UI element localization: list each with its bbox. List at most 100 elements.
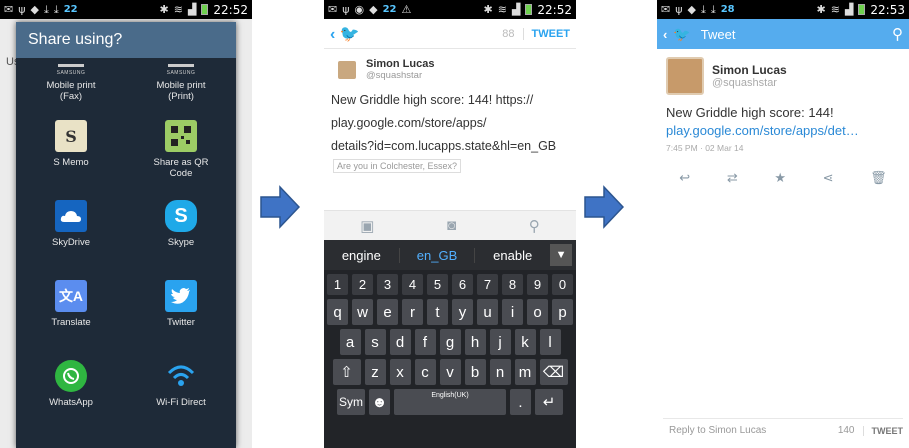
camera-icon[interactable]: ◙ [447, 217, 456, 234]
tweet-text-input[interactable]: New Griddle high score: 144! https:// pl… [324, 81, 576, 173]
share-item-label: Twitter [167, 317, 195, 328]
photo-gallery-icon[interactable]: ▣ [360, 217, 374, 235]
key-s[interactable]: s [364, 329, 386, 355]
clock: 22:52 [537, 2, 572, 17]
key-1[interactable]: 1 [327, 274, 348, 295]
share-item-twitter[interactable]: Twitter [126, 280, 236, 328]
user-name: Simon Lucas [366, 58, 435, 70]
suggestion[interactable]: engine [324, 248, 399, 263]
share-item-mobile-print-print[interactable]: SAMSUNG Mobile print (Print) [126, 64, 236, 102]
key-j[interactable]: j [489, 329, 511, 355]
share-item-translate[interactable]: 文A Translate [16, 280, 126, 328]
backspace-key[interactable]: ⌫ [539, 359, 568, 385]
key-8[interactable]: 8 [502, 274, 523, 295]
key-t[interactable]: t [427, 299, 448, 325]
key-5[interactable]: 5 [427, 274, 448, 295]
download-icon: ⤓ [43, 2, 49, 16]
wifi-icon: ≋ [173, 3, 183, 16]
compose-tweet-screen: ✉ ψ ◉ ◆ 22 ⚠ ✱ ≋ ▟ 22:52 ‹ 🐦 88 TWEET Si… [324, 0, 576, 448]
key-n[interactable]: n [489, 359, 511, 385]
compose-toolbar: ‹ 🐦 88 TWEET [324, 19, 576, 49]
wifi-icon: ≋ [830, 3, 840, 16]
key-g[interactable]: g [439, 329, 461, 355]
key-6[interactable]: 6 [452, 274, 473, 295]
location-prompt[interactable]: Are you in Colchester, Essex? [333, 159, 462, 173]
tweet-link[interactable]: play.google.com/store/apps/det… [657, 122, 909, 140]
clock: 22:52 [213, 2, 248, 17]
search-icon[interactable]: ⚲ [892, 25, 903, 43]
key-e[interactable]: e [377, 299, 398, 325]
reply-bar: Reply to Simon Lucas 140 TWEET [663, 418, 903, 442]
period-key[interactable]: . [510, 389, 531, 415]
share-item-wifi-direct[interactable]: Wi-Fi Direct [126, 360, 236, 408]
key-u[interactable]: u [477, 299, 498, 325]
clock: 22:53 [870, 2, 905, 17]
suggestion[interactable]: enable [475, 248, 550, 263]
share-item-skydrive[interactable]: SkyDrive [16, 200, 126, 248]
back-icon[interactable]: ‹ [663, 27, 667, 42]
key-f[interactable]: f [414, 329, 436, 355]
key-i[interactable]: i [502, 299, 523, 325]
notification-count: 22 [63, 4, 78, 15]
shift-key[interactable]: ⇧ [332, 359, 361, 385]
key-v[interactable]: v [439, 359, 461, 385]
favorite-star-icon[interactable]: ★ [774, 170, 786, 186]
twitter-icon [165, 280, 197, 312]
share-icon[interactable]: ⋖ [823, 170, 834, 186]
shield-icon: ◆ [687, 3, 696, 16]
key-x[interactable]: x [389, 359, 411, 385]
key-l[interactable]: l [539, 329, 561, 355]
sym-key[interactable]: Sym [337, 389, 365, 415]
location-pin-icon[interactable]: ⚲ [529, 217, 540, 235]
key-4[interactable]: 4 [402, 274, 423, 295]
tweet-actions: ↩ ⇄ ★ ⋖ 🗑 [657, 170, 909, 186]
twitter-bird-icon[interactable]: 🐦 [673, 26, 690, 43]
share-item-mobile-print-fax[interactable]: SAMSUNG Mobile print (Fax) [16, 64, 126, 102]
key-y[interactable]: y [452, 299, 473, 325]
key-w[interactable]: w [352, 299, 373, 325]
share-item-qr-code[interactable]: Share as QR Code [126, 120, 236, 179]
share-dialog-title: Share using? [16, 22, 236, 58]
retweet-icon[interactable]: ⇄ [727, 170, 738, 186]
tweet-author[interactable]: Simon Lucas @squashstar [657, 49, 909, 95]
key-3[interactable]: 3 [377, 274, 398, 295]
key-m[interactable]: m [514, 359, 536, 385]
trash-icon[interactable]: 🗑 [870, 170, 887, 186]
key-k[interactable]: k [514, 329, 536, 355]
key-h[interactable]: h [464, 329, 486, 355]
reply-tweet-button[interactable]: TWEET [862, 425, 903, 436]
gps-icon: ◉ [354, 3, 365, 16]
key-b[interactable]: b [464, 359, 486, 385]
avatar[interactable] [666, 57, 704, 95]
suggestion-selected[interactable]: en_GB [398, 247, 476, 263]
share-item-s-memo[interactable]: S S Memo [16, 120, 126, 168]
key-d[interactable]: d [389, 329, 411, 355]
enter-key[interactable]: ↵ [535, 389, 563, 415]
space-key[interactable]: English(UK) [394, 389, 506, 415]
key-9[interactable]: 9 [527, 274, 548, 295]
reply-icon[interactable]: ↩ [679, 170, 690, 186]
emoji-key[interactable]: ☻ [369, 389, 390, 415]
shield-icon: ◆ [369, 3, 378, 16]
key-q[interactable]: q [327, 299, 348, 325]
reply-input[interactable]: Reply to Simon Lucas [663, 425, 838, 436]
share-item-skype[interactable]: S Skype [126, 200, 236, 248]
key-o[interactable]: o [527, 299, 548, 325]
key-r[interactable]: r [402, 299, 423, 325]
share-item-whatsapp[interactable]: WhatsApp [16, 360, 126, 408]
key-0[interactable]: 0 [552, 274, 573, 295]
key-a[interactable]: a [339, 329, 361, 355]
samsung-print-icon [58, 64, 84, 67]
chevron-down-icon[interactable]: ▼ [550, 244, 573, 266]
status-bar: ✉ ψ ◆ ⤓ ⤓ 28 ✱ ≋ ▟ 22:53 [657, 0, 909, 19]
tweet-button[interactable]: TWEET [522, 27, 570, 40]
back-twitter-icon[interactable]: ‹ 🐦 [330, 24, 360, 44]
warning-icon: ⚠ [401, 3, 412, 16]
key-row-1: qwertyuiop [324, 299, 576, 325]
key-7[interactable]: 7 [477, 274, 498, 295]
key-p[interactable]: p [552, 299, 573, 325]
key-2[interactable]: 2 [352, 274, 373, 295]
key-z[interactable]: z [364, 359, 386, 385]
key-row-4: Sym ☻ English(UK) . ↵ [324, 389, 576, 415]
key-c[interactable]: c [414, 359, 436, 385]
